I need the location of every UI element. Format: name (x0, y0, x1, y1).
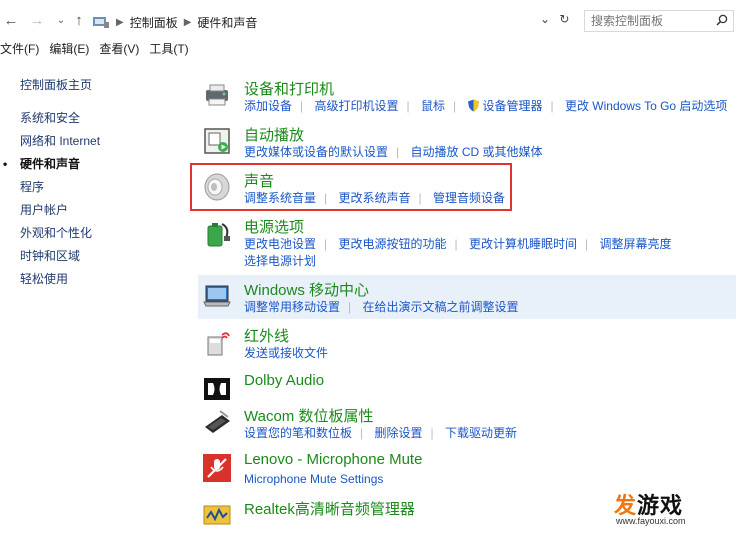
category-title[interactable]: Lenovo - Microphone Mute (244, 451, 422, 468)
sidebar-item-clock-region[interactable]: 时钟和区域 (20, 245, 190, 268)
category-title[interactable]: Dolby Audio (244, 372, 324, 389)
link-power-button[interactable]: 更改电源按钮的功能 (338, 237, 446, 251)
link-power-plan[interactable]: 选择电源计划 (244, 254, 316, 268)
control-panel-icon (93, 17, 109, 28)
address-dropdown-chevron-icon[interactable]: ⌄ (540, 12, 550, 26)
category-links: 调整常用移动设置 | 在给出演示文稿之前调整设置 (244, 300, 519, 314)
breadcrumb-separator-icon: ▶ (116, 16, 124, 28)
category-title[interactable]: Realtek高清晰音频管理器 (244, 498, 415, 519)
link-advanced-printer[interactable]: 高级打印机设置 (314, 99, 398, 113)
breadcrumb-separator-icon: ▶ (183, 16, 192, 28)
category-title[interactable]: 设备和打印机 (244, 78, 334, 99)
link-mouse[interactable]: 鼠标 (421, 99, 445, 113)
back-arrow-icon[interactable]: ← (2, 12, 20, 30)
sidebar-item-network[interactable]: 网络和 Internet (20, 130, 190, 153)
link-presentation-settings[interactable]: 在给出演示文稿之前调整设置 (362, 300, 518, 314)
sidebar-item-user-accounts[interactable]: 用户帐户 (20, 199, 190, 222)
link-windows-to-go[interactable]: 更改 Windows To Go 启动选项 (565, 99, 727, 113)
search-input[interactable] (584, 10, 734, 32)
microphone-mute-icon (203, 454, 231, 482)
sidebar-item-programs[interactable]: 程序 (20, 176, 190, 199)
link-change-media-defaults[interactable]: 更改媒体或设备的默认设置 (244, 145, 388, 159)
autoplay-icon (204, 128, 230, 154)
address-bar: ← → ⌄ ↑ ▶ 控制面板 ▶ 硬件和声音 ⌄ ↻ (0, 8, 754, 36)
shield-icon (468, 99, 480, 112)
search-icon[interactable] (716, 14, 728, 26)
realtek-audio-icon (203, 505, 231, 525)
refresh-icon[interactable]: ↻ (559, 12, 569, 26)
category-title[interactable]: 自动播放 (244, 124, 304, 145)
sidebar-item-ease-of-access[interactable]: 轻松使用 (20, 268, 190, 291)
link-autoplay-cd[interactable]: 自动播放 CD 或其他媒体 (410, 145, 542, 159)
link-screen-brightness[interactable]: 调整屏幕亮度 (599, 237, 671, 251)
mobility-center-icon (203, 285, 231, 307)
link-send-receive-files[interactable]: 发送或接收文件 (244, 346, 328, 360)
sound-highlight-box (190, 163, 512, 211)
link-delete-settings[interactable]: 删除设置 (374, 426, 422, 440)
category-links: Microphone Mute Settings (244, 471, 383, 488)
menu-bar: 文件(F) 编辑(E) 查看(V) 工具(T) (0, 40, 199, 60)
watermark-url: www.fayouxi.com (616, 516, 686, 526)
link-battery-settings[interactable]: 更改电池设置 (244, 237, 316, 251)
category-title[interactable]: 红外线 (244, 325, 289, 346)
active-bullet-icon: • (3, 157, 8, 171)
breadcrumb-control-panel[interactable]: 控制面板 (130, 14, 178, 31)
sidebar-item-hardware-sound[interactable]: • 硬件和声音 (3, 153, 190, 176)
menu-file[interactable]: 文件(F) (0, 40, 39, 60)
category-title[interactable]: Wacom 数位板属性 (244, 405, 373, 426)
sidebar-item-home[interactable]: 控制面板主页 (20, 74, 190, 97)
breadcrumb: ▶ 控制面板 ▶ 硬件和声音 (92, 12, 580, 32)
link-sleep-time[interactable]: 更改计算机睡眠时间 (469, 237, 577, 251)
sidebar-item-appearance[interactable]: 外观和个性化 (20, 222, 190, 245)
up-arrow-icon[interactable]: ↑ (70, 12, 88, 30)
category-links: 发送或接收文件 (244, 345, 328, 362)
dolby-icon (204, 378, 230, 400)
sidebar: 控制面板主页 系统和安全 网络和 Internet • 硬件和声音 程序 用户帐户… (3, 74, 190, 291)
link-mobility-settings[interactable]: 调整常用移动设置 (244, 300, 340, 314)
menu-edit[interactable]: 编辑(E) (49, 40, 89, 60)
recent-locations-chevron-icon[interactable]: ⌄ (52, 12, 70, 30)
sidebar-item-system-security[interactable]: 系统和安全 (20, 107, 190, 130)
menu-tools[interactable]: 工具(T) (149, 40, 188, 60)
power-icon (207, 223, 230, 247)
category-links: 更改电池设置 | 更改电源按钮的功能 | 更改计算机睡眠时间 | 调整屏幕亮度 选择电… (244, 237, 672, 268)
printer-icon (206, 84, 228, 106)
link-device-manager[interactable]: 设备管理器 (482, 99, 542, 113)
category-title[interactable]: Windows 移动中心 (244, 279, 369, 300)
menu-view[interactable]: 查看(V) (99, 40, 139, 60)
link-microphone-mute-settings[interactable]: Microphone Mute Settings (244, 472, 383, 486)
category-links: 设置您的笔和数位板 | 删除设置 | 下载驱动更新 (244, 426, 517, 440)
forward-arrow-icon[interactable]: → (28, 12, 46, 30)
category-title[interactable]: 电源选项 (244, 216, 304, 237)
link-pen-tablet[interactable]: 设置您的笔和数位板 (244, 426, 352, 440)
address-tools: ⌄ ↻ (540, 12, 569, 26)
breadcrumb-hardware-sound[interactable]: 硬件和声音 (197, 14, 257, 31)
link-add-device[interactable]: 添加设备 (244, 99, 292, 113)
watermark: 发游戏 www.fayouxi.com (612, 488, 752, 534)
wacom-tablet-icon (205, 410, 230, 433)
category-links: 添加设备 | 高级打印机设置 | 鼠标 | 设备管理器 | 更改 Windows To … (244, 99, 728, 113)
link-download-driver[interactable]: 下载驱动更新 (445, 426, 517, 440)
infrared-icon (207, 332, 230, 356)
category-links: 更改媒体或设备的默认设置 | 自动播放 CD 或其他媒体 (244, 145, 543, 159)
